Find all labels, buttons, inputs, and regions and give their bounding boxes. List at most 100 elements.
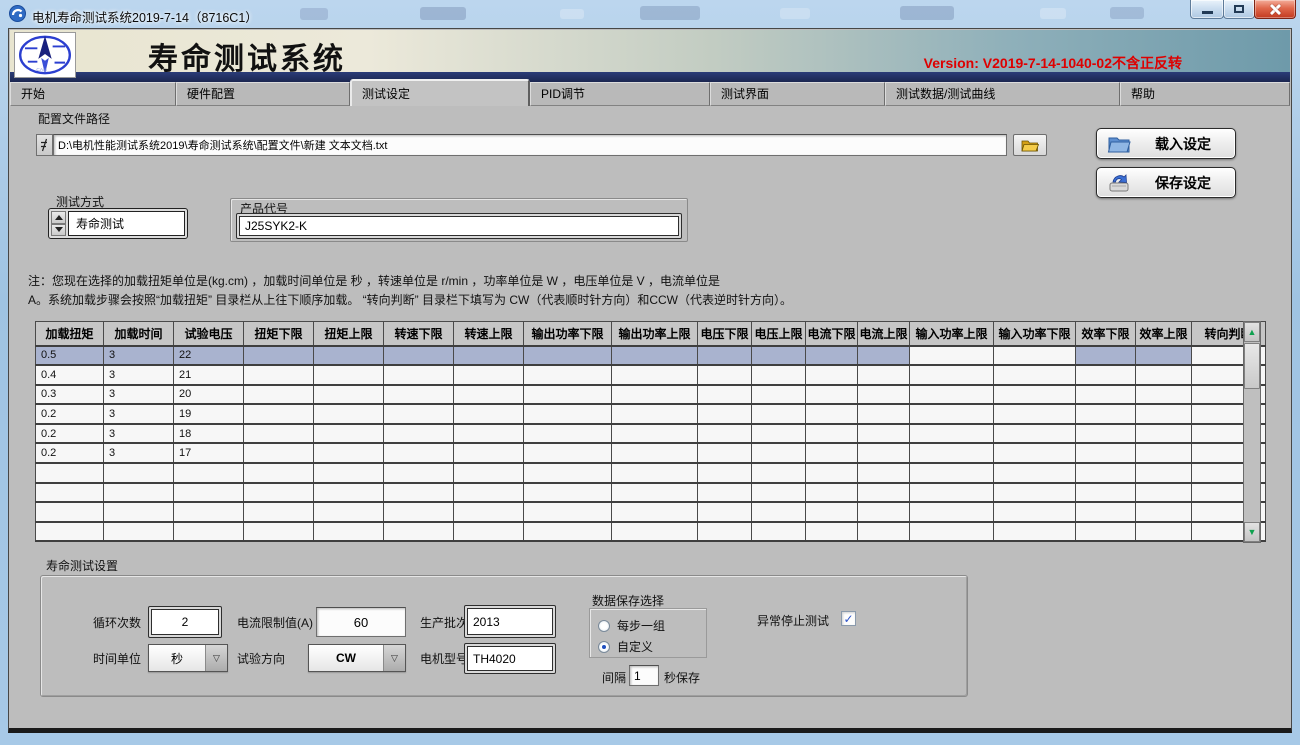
table-row[interactable]: 0.3320 [36,385,1266,405]
table-cell[interactable] [524,365,612,385]
table-cell[interactable] [752,483,806,503]
table-cell[interactable] [454,424,524,444]
table-cell[interactable] [910,424,994,444]
batch-value[interactable]: 2013 [467,608,553,635]
minimize-button[interactable] [1190,0,1224,19]
table-cell[interactable]: 3 [104,365,174,385]
table-cell[interactable] [698,404,752,424]
table-cell[interactable] [612,404,698,424]
table-cell[interactable] [524,463,612,483]
table-cell[interactable] [244,365,314,385]
table-cell[interactable] [314,463,384,483]
table-cell[interactable]: 0.2 [36,404,104,424]
table-cell[interactable]: 0.3 [36,385,104,405]
table-cell[interactable] [698,424,752,444]
table-cell[interactable] [36,463,104,483]
table-cell[interactable] [752,385,806,405]
table-cell[interactable]: 18 [174,424,244,444]
save-settings-button[interactable]: 保存设定 [1096,167,1236,198]
cycle-count-field[interactable]: 2 [148,606,222,638]
scroll-down-button[interactable]: ▼ [1244,522,1260,542]
table-cell[interactable] [524,346,612,366]
table-cell[interactable]: 19 [174,404,244,424]
table-cell[interactable] [806,443,858,463]
table-cell[interactable] [1076,424,1136,444]
table-cell[interactable] [994,346,1076,366]
table-cell[interactable] [1076,502,1136,522]
table-cell[interactable] [1076,463,1136,483]
table-scrollbar[interactable]: ▲ ▼ [1243,321,1261,543]
table-row[interactable]: 0.2317 [36,443,1266,463]
table-cell[interactable] [806,502,858,522]
table-cell[interactable] [698,346,752,366]
table-cell[interactable] [698,385,752,405]
table-cell[interactable] [752,365,806,385]
table-cell[interactable] [910,346,994,366]
table-cell[interactable] [384,404,454,424]
table-cell[interactable] [858,365,910,385]
table-cell[interactable] [454,365,524,385]
abnormal-stop-checkbox[interactable]: ✓ [841,611,856,626]
table[interactable]: 加载扭矩加载时间试验电压扭矩下限扭矩上限转速下限转速上限输出功率下限输出功率上限… [35,321,1266,542]
tab-PID调节[interactable]: PID调节 [530,82,710,106]
table-cell[interactable]: 3 [104,443,174,463]
load-steps-table[interactable]: 加载扭矩加载时间试验电压扭矩下限扭矩上限转速下限转速上限输出功率下限输出功率上限… [35,321,1266,542]
table-cell[interactable] [910,385,994,405]
table-cell[interactable] [612,346,698,366]
current-limit-field[interactable]: 60 [316,607,406,637]
table-cell[interactable]: 3 [104,346,174,366]
table-cell[interactable]: 22 [174,346,244,366]
radio-icon[interactable] [598,641,610,653]
table-cell[interactable] [1136,522,1192,542]
test-mode-control[interactable]: 寿命测试 [48,208,188,239]
table-cell[interactable] [806,522,858,542]
table-cell[interactable] [384,443,454,463]
table-cell[interactable] [752,522,806,542]
table-cell[interactable] [858,443,910,463]
table-cell[interactable]: 0.2 [36,443,104,463]
table-cell[interactable] [1076,346,1136,366]
table-cell[interactable] [910,502,994,522]
table-cell[interactable] [314,404,384,424]
product-code-value[interactable]: J25SYK2-K [239,216,679,236]
table-cell[interactable] [244,443,314,463]
dropdown-arrow-icon[interactable]: ▽ [384,645,405,671]
tab-测试数据/测试曲线[interactable]: 测试数据/测试曲线 [885,82,1120,106]
table-cell[interactable] [752,443,806,463]
table-cell[interactable] [524,424,612,444]
table-cell[interactable] [698,365,752,385]
table-cell[interactable] [698,522,752,542]
table-cell[interactable] [524,502,612,522]
table-cell[interactable] [314,502,384,522]
table-cell[interactable]: 21 [174,365,244,385]
table-cell[interactable] [612,424,698,444]
table-cell[interactable] [314,522,384,542]
batch-field[interactable]: 2013 [464,605,556,638]
table-cell[interactable] [244,483,314,503]
table-cell[interactable]: 3 [104,404,174,424]
table-cell[interactable] [384,424,454,444]
radio-icon[interactable] [598,620,610,632]
table-cell[interactable] [384,522,454,542]
increment-button[interactable] [51,211,66,224]
motor-model-value[interactable]: TH4020 [467,646,553,671]
tab-帮助[interactable]: 帮助 [1120,82,1290,106]
table-cell[interactable] [104,483,174,503]
table-row[interactable]: 0.2319 [36,404,1266,424]
table-cell[interactable] [806,365,858,385]
scroll-up-button[interactable]: ▲ [1244,322,1260,342]
table-cell[interactable] [104,463,174,483]
table-cell[interactable]: 17 [174,443,244,463]
browse-button[interactable] [1013,134,1047,156]
close-button[interactable] [1254,0,1296,19]
table-cell[interactable] [752,404,806,424]
table-cell[interactable] [698,463,752,483]
titlebar[interactable]: 电机寿命测试系统2019-7-14（8716C1） [0,0,1300,28]
maximize-button[interactable] [1223,0,1255,19]
table-cell[interactable] [910,443,994,463]
table-cell[interactable] [910,522,994,542]
table-cell[interactable] [910,404,994,424]
tab-硬件配置[interactable]: 硬件配置 [176,82,350,106]
table-cell[interactable] [994,502,1076,522]
tab-测试设定[interactable]: 测试设定 [350,79,530,106]
